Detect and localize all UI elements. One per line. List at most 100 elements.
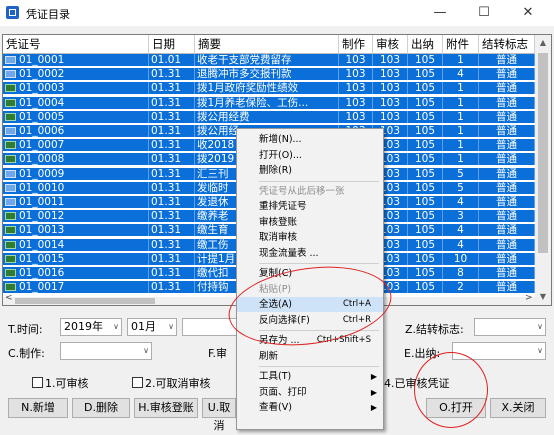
maximize-button[interactable]: ☐ <box>464 0 504 26</box>
check-cancelable-audit[interactable]: 2.可取消审核 <box>132 375 211 391</box>
cell-text: 103 <box>379 110 401 123</box>
blue-doc-icon <box>5 183 16 192</box>
table-row[interactable]: 01_0004 01.31 拨1月养老保险、工伤... 103 103 105 1 普通 <box>3 96 535 109</box>
table-cell-summary: 拨1月政府奖励性绩效 <box>195 82 339 95</box>
maker-select[interactable]: ∨ <box>60 342 152 360</box>
col-header-maker[interactable]: 制作 <box>339 35 373 53</box>
vertical-scroll-thumb[interactable] <box>538 53 548 253</box>
table-cell-att: 4 <box>443 196 479 208</box>
table-cell-summary: 拨1月养老保险、工伤... <box>195 96 339 109</box>
table-cell-cashier: 105 <box>408 267 443 279</box>
cell-text: 105 <box>414 238 436 251</box>
delete-button[interactable]: D.删除 <box>72 398 130 418</box>
table-cell-date: 01.31 <box>149 82 195 95</box>
table-cell-maker: 103 <box>339 68 373 81</box>
cell-text: 103 <box>345 68 366 81</box>
table-row[interactable]: 01_0005 01.31 拨公用经费 103 103 105 1 普通 <box>3 110 535 123</box>
table-cell-date: 01.31 <box>149 96 195 109</box>
menu-item-0[interactable]: 新增(N)... <box>237 132 383 147</box>
cell-text: 1 <box>457 139 464 152</box>
table-cell-maker: 103 <box>339 110 373 123</box>
close-button[interactable]: X.关闭 <box>490 398 546 418</box>
cell-text: 5 <box>457 181 464 194</box>
table-cell-cashier: 105 <box>408 54 443 66</box>
close-window-button[interactable]: ✕ <box>508 0 548 26</box>
menu-item-label: 凭证号从此后移一张 <box>259 185 345 197</box>
cell-text: 105 <box>414 96 436 109</box>
scroll-left-arrow-icon[interactable]: < <box>5 293 13 303</box>
cell-text: 01_0014 <box>19 238 65 251</box>
cell-text: 拨公用经费 <box>197 110 250 123</box>
col-header-carry-flag[interactable]: 结转标志 <box>479 35 535 53</box>
menu-item-15[interactable]: 页面、打印 ▶ <box>237 385 383 400</box>
cell-text: 105 <box>414 110 436 123</box>
cell-text: 01_0013 <box>19 224 65 237</box>
carry-flag-select[interactable]: ∨ <box>474 318 546 336</box>
cell-text: 01_0005 <box>19 110 65 123</box>
cell-text: 105 <box>414 181 436 194</box>
table-cell-date: 01.31 <box>149 110 195 123</box>
cell-text: 1 <box>457 96 464 109</box>
menu-item-5[interactable]: 审核登账 <box>237 215 383 230</box>
table-cell-maker: 103 <box>339 54 373 66</box>
cell-text: 普通 <box>496 153 517 166</box>
check-auditable[interactable]: 1.可审核 <box>32 375 89 391</box>
cell-text: 缴代扣 <box>197 267 229 279</box>
table-cell-no: 01_0010 <box>3 181 149 194</box>
cell-text: 01_0003 <box>19 82 65 95</box>
table-row[interactable]: 01_0001 01.01 收老干支部党费留存 103 103 105 1 普通 <box>3 54 535 66</box>
table-cell-att: 1 <box>443 82 479 95</box>
new-button[interactable]: N.新增 <box>8 398 68 418</box>
year-select[interactable]: 2019年 ∨ <box>60 318 122 336</box>
col-header-summary[interactable]: 摘要 <box>195 35 339 53</box>
scroll-up-arrow-icon[interactable]: ▲ <box>535 35 551 51</box>
cell-text: 拨1月养老保险、工伤... <box>197 96 309 109</box>
audit-button[interactable]: H.审核登账 <box>134 398 198 418</box>
menu-item-1[interactable]: 打开(O)... <box>237 148 383 163</box>
table-row[interactable]: 01_0003 01.31 拨1月政府奖励性绩效 103 103 105 1 普通 <box>3 82 535 95</box>
table-cell-flag: 普通 <box>479 238 535 251</box>
menu-item-14[interactable]: 工具(T) ▶ <box>237 369 383 384</box>
cell-text: 普通 <box>496 125 517 137</box>
table-cell-no: 01_0011 <box>3 196 149 208</box>
col-header-attachments[interactable]: 附件 <box>443 35 479 53</box>
cell-text: 01.31 <box>151 267 182 279</box>
table-row[interactable]: 01_0002 01.31 退腾冲市多交报刊款 103 103 105 4 普通 <box>3 68 535 81</box>
green-doc-icon <box>5 226 16 235</box>
table-cell-date: 01.31 <box>149 153 195 166</box>
table-cell-date: 01.31 <box>149 267 195 279</box>
cell-text: 103 <box>379 68 401 81</box>
table-cell-flag: 普通 <box>479 210 535 223</box>
cell-text: 4 <box>457 224 464 237</box>
green-doc-icon <box>5 112 16 121</box>
col-header-cashier[interactable]: 出纳 <box>408 35 443 53</box>
table-cell-auditor: 103 <box>373 82 408 95</box>
scroll-right-arrow-icon[interactable]: > <box>525 293 533 303</box>
menu-item-4[interactable]: 重排凭证号 <box>237 199 383 214</box>
table-cell-att: 4 <box>443 68 479 81</box>
cell-text: 01_0009 <box>19 167 65 180</box>
col-header-auditor[interactable]: 审核 <box>373 35 408 53</box>
scroll-down-arrow-icon[interactable]: ▼ <box>535 289 551 305</box>
menu-item-7[interactable]: 现金流量表 ... <box>237 246 383 261</box>
menu-item-6[interactable]: 取消审核 <box>237 230 383 245</box>
menu-item-13[interactable]: 刷新 <box>237 349 383 364</box>
menu-item-2[interactable]: 删除(R) <box>237 163 383 178</box>
maker-label: C.制作: <box>8 347 45 360</box>
cell-text: 01.31 <box>151 281 182 294</box>
table-cell-att: 5 <box>443 167 479 180</box>
table-cell-cashier: 105 <box>408 139 443 152</box>
month-select[interactable]: 01月 ∨ <box>127 318 177 336</box>
cancel-audit-button[interactable]: U.取消 <box>202 398 236 432</box>
horizontal-scroll-thumb[interactable] <box>15 298 155 304</box>
minimize-button[interactable]: — <box>420 0 460 26</box>
col-header-voucher-no[interactable]: 凭证号 <box>3 35 149 53</box>
cell-text: 4 <box>457 68 464 81</box>
col-header-date[interactable]: 日期 <box>149 35 195 53</box>
menu-item-label: 新增(N)... <box>259 134 302 145</box>
table-cell-flag: 普通 <box>479 281 535 294</box>
table-cell-date: 01.31 <box>149 238 195 251</box>
table-cell-date: 01.31 <box>149 167 195 180</box>
vertical-scrollbar[interactable]: ▲ ▼ <box>535 35 551 305</box>
menu-item-16[interactable]: 查看(V) ▶ <box>237 400 383 415</box>
